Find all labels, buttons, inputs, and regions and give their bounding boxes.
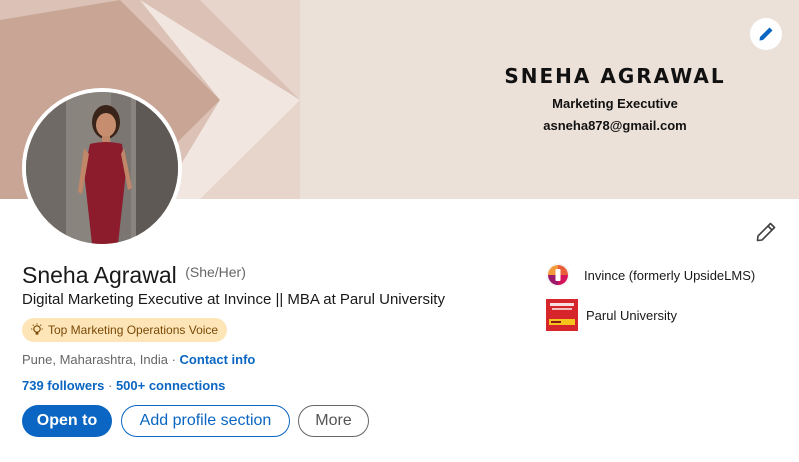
connections-separator: · (104, 378, 116, 393)
edit-banner-button[interactable] (750, 18, 782, 50)
location-text: Pune, Maharashtra, India (22, 352, 168, 367)
contact-info-link[interactable]: Contact info (180, 352, 256, 367)
location-row: Pune, Maharashtra, India · Contact info (22, 352, 255, 367)
banner-name: SNEHA AGRAWAL (504, 64, 726, 88)
profile-headline: Digital Marketing Executive at Invince |… (22, 291, 445, 308)
voice-badge-label: Top Marketing Operations Voice (48, 323, 219, 337)
invince-logo-icon (546, 263, 570, 287)
org-name: Parul University (586, 307, 678, 323)
parul-university-logo-icon (546, 299, 578, 331)
profile-photo (26, 92, 178, 244)
org-name: Invince (formerly UpsideLMS) (584, 267, 756, 283)
org-item-invince[interactable]: Invince (formerly UpsideLMS) (546, 263, 755, 287)
avatar[interactable] (22, 88, 182, 248)
org-item-parul-university[interactable]: Parul University (546, 299, 677, 331)
lightbulb-icon (30, 323, 44, 337)
edit-profile-button[interactable] (752, 218, 780, 246)
connections-row: 739 followers · 500+ connections (22, 378, 225, 393)
pencil-icon (759, 27, 773, 41)
banner-email: asneha878@gmail.com (543, 118, 687, 133)
profile-name: Sneha Agrawal (22, 262, 177, 288)
banner-role: Marketing Executive (552, 96, 678, 111)
name-row: Sneha Agrawal (She/Her) (22, 262, 246, 289)
voice-badge[interactable]: Top Marketing Operations Voice (22, 318, 228, 342)
profile-card: SNEHA AGRAWAL Marketing Executive asneha… (0, 0, 799, 462)
add-profile-section-button[interactable]: Add profile section (121, 405, 290, 437)
connections-link[interactable]: 500+ connections (116, 378, 225, 393)
pencil-icon (756, 222, 776, 242)
location-separator: · (167, 352, 180, 367)
open-to-button[interactable]: Open to (22, 405, 112, 437)
pronouns: (She/Her) (185, 264, 246, 280)
followers-link[interactable]: 739 followers (22, 378, 104, 393)
more-button[interactable]: More (298, 405, 369, 437)
